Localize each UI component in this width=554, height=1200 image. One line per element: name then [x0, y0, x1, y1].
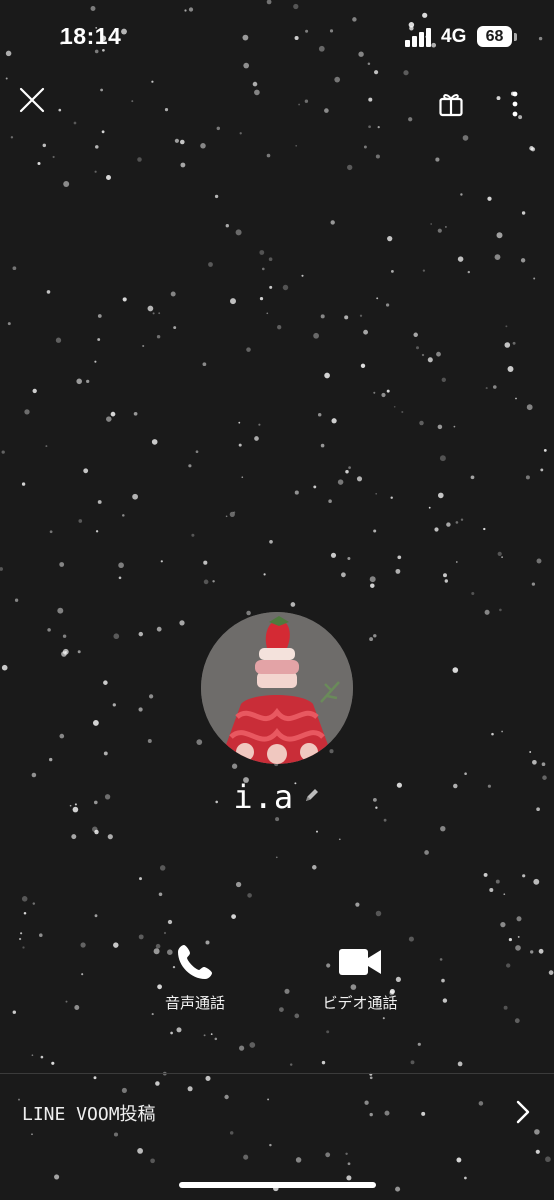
- phone-icon: [178, 945, 212, 979]
- profile-avatar[interactable]: [201, 612, 353, 764]
- strawberry-cake-image: [201, 612, 353, 764]
- close-icon: [19, 87, 45, 113]
- cellular-signal-icon: [405, 27, 435, 47]
- line-voom-posts-row[interactable]: LINE VOOM投稿: [0, 1074, 554, 1152]
- status-time: 18:14: [60, 23, 122, 49]
- video-call-label: ビデオ通話: [322, 995, 398, 1012]
- chevron-right-icon: [516, 1100, 530, 1124]
- line-voom-label: LINE VOOM投稿: [22, 1104, 156, 1125]
- voice-call-button[interactable]: 音声通話: [125, 940, 265, 1013]
- profile-name-row: i.a: [0, 778, 554, 816]
- battery-tip: [514, 33, 517, 41]
- status-bar: 18:14 4G 68: [0, 0, 554, 72]
- gift-icon: [439, 94, 463, 117]
- pencil-icon[interactable]: [303, 786, 321, 809]
- close-button[interactable]: [12, 80, 52, 120]
- gift-button[interactable]: [431, 84, 471, 124]
- profile-name: i.a: [233, 778, 295, 816]
- more-vertical-icon: [512, 91, 518, 117]
- video-call-button[interactable]: ビデオ通話: [290, 940, 430, 1013]
- home-indicator[interactable]: [179, 1182, 376, 1188]
- video-camera-icon: [339, 949, 381, 975]
- battery-icon: 68: [477, 26, 512, 47]
- voice-call-label: 音声通話: [164, 995, 225, 1012]
- network-type: 4G: [441, 26, 467, 47]
- snowy-night-background: [0, 0, 554, 1192]
- more-options-button[interactable]: [495, 84, 535, 124]
